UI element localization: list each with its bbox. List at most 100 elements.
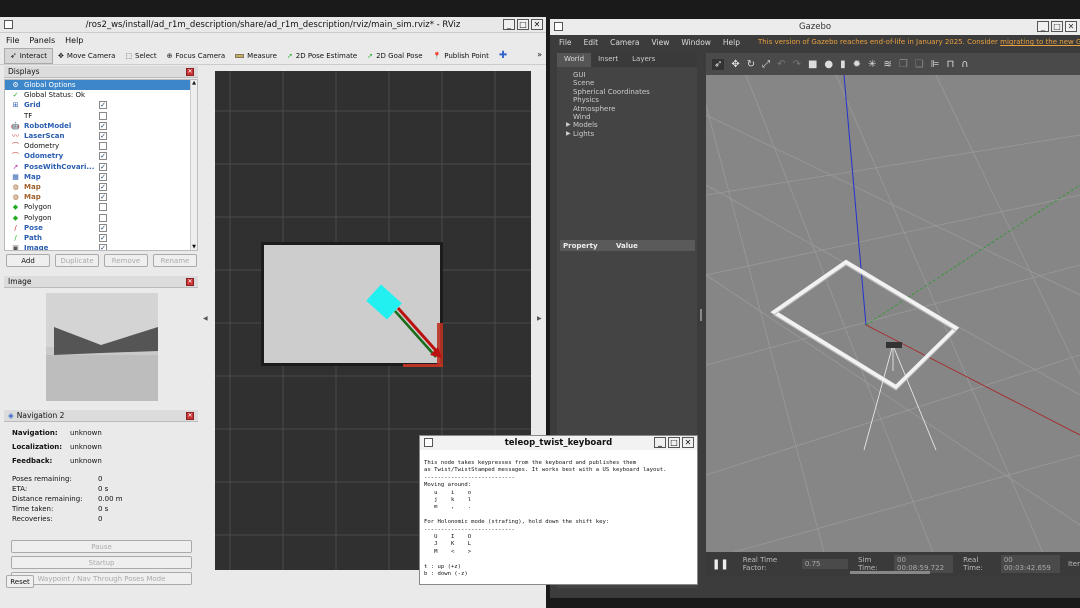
display-checkbox[interactable]: ✓ <box>99 152 107 161</box>
toolbar-overflow-icon[interactable]: » <box>537 50 542 59</box>
tab-world[interactable]: World <box>557 53 592 67</box>
display-checkbox[interactable]: ✓ <box>99 121 107 130</box>
tab-insert[interactable]: Insert <box>591 53 625 67</box>
display-checkbox[interactable]: ✓ <box>99 233 107 242</box>
display-checkbox[interactable]: ✓ <box>99 172 107 181</box>
tool-publish-point[interactable]: 📍 Publish Point <box>428 48 494 64</box>
gazebo-splitter[interactable] <box>700 309 702 321</box>
scale-mode-icon[interactable]: ⤢ <box>762 59 770 70</box>
tool-select[interactable]: ⬚ Select <box>120 48 161 64</box>
pause-icon[interactable]: ❚❚ <box>712 559 729 570</box>
migration-link[interactable]: migrating to the new Gazebo <box>1000 38 1080 46</box>
close-icon[interactable]: ✕ <box>1065 21 1077 32</box>
display-item[interactable]: / Pose ✓ <box>5 223 197 233</box>
point-light-icon[interactable]: ✹ <box>853 59 861 70</box>
display-checkbox[interactable]: ✓ <box>99 244 107 250</box>
display-item[interactable]: ◍ Map ✓ <box>5 192 197 202</box>
close-panel-icon[interactable]: ✕ <box>186 412 194 420</box>
cylinder-shape-icon[interactable]: ▮ <box>840 59 846 70</box>
display-item[interactable]: ◆ Polygon <box>5 212 197 222</box>
waypoint-mode-button[interactable]: Waypoint / Nav Through Poses Mode <box>11 572 192 585</box>
gz-menu-view[interactable]: View <box>652 38 670 47</box>
display-checkbox[interactable] <box>99 111 107 120</box>
display-checkbox[interactable] <box>99 142 107 151</box>
tree-item-scene[interactable]: Scene <box>573 79 697 87</box>
box-shape-icon[interactable]: ■ <box>808 59 817 70</box>
scroll-down-icon[interactable]: ▼ <box>191 244 197 250</box>
maximize-icon[interactable]: □ <box>668 437 680 448</box>
translate-mode-icon[interactable]: ✥ <box>731 59 739 70</box>
display-checkbox[interactable]: ✓ <box>99 193 107 202</box>
display-checkbox[interactable] <box>99 213 107 222</box>
gazebo-3d-viewport[interactable] <box>706 75 1080 560</box>
display-checkbox[interactable]: ✓ <box>99 162 107 171</box>
splitter-handle-right[interactable]: ▶ <box>537 315 542 322</box>
display-item[interactable]: ⌒ Odometry ✓ <box>5 151 197 161</box>
copy-icon[interactable]: ❐ <box>899 59 908 70</box>
close-icon[interactable]: ✕ <box>531 19 543 30</box>
tree-item-spherical[interactable]: Spherical Coordinates <box>573 88 697 96</box>
gz-menu-window[interactable]: Window <box>681 38 711 47</box>
maximize-icon[interactable]: □ <box>1051 21 1063 32</box>
display-checkbox[interactable]: ✓ <box>99 182 107 191</box>
terminal-output[interactable]: This node takes keypresses from the keyb… <box>420 450 697 578</box>
display-checkbox[interactable]: ✓ <box>99 132 107 141</box>
paste-icon[interactable]: ❏ <box>915 59 924 70</box>
gz-menu-camera[interactable]: Camera <box>610 38 639 47</box>
tool-2d-pose-estimate[interactable]: ➚ 2D Pose Estimate <box>282 48 362 64</box>
minimize-icon[interactable]: _ <box>1037 21 1049 32</box>
expand-arrow-icon[interactable]: ▶ <box>566 121 571 128</box>
maximize-icon[interactable]: □ <box>517 19 529 30</box>
directional-light-icon[interactable]: ≋ <box>883 59 891 70</box>
display-item[interactable]: ▣ Image ✓ <box>5 243 197 250</box>
tree-item-atmosphere[interactable]: Atmosphere <box>573 105 697 113</box>
close-panel-icon[interactable]: ✕ <box>186 68 194 76</box>
tree-item-wind[interactable]: Wind <box>573 113 697 121</box>
rotate-mode-icon[interactable]: ↻ <box>747 59 755 70</box>
expand-arrow-icon[interactable]: ▶ <box>566 130 571 137</box>
tool-measure[interactable]: Measure <box>230 48 282 64</box>
remove-button[interactable]: Remove <box>104 254 148 267</box>
align-icon[interactable]: ⊫ <box>931 59 940 70</box>
tree-item-physics[interactable]: Physics <box>573 96 697 104</box>
minimize-icon[interactable]: _ <box>503 19 515 30</box>
tree-item-lights[interactable]: ▶ Lights <box>566 130 697 138</box>
rename-button[interactable]: Rename <box>153 254 197 267</box>
close-icon[interactable]: ✕ <box>682 437 694 448</box>
displays-scrollbar[interactable]: ▲ ▼ <box>190 80 197 250</box>
display-item[interactable]: ◆ Polygon <box>5 202 197 212</box>
display-item[interactable]: ▦ Map ✓ <box>5 172 197 182</box>
tab-layers[interactable]: Layers <box>625 53 662 67</box>
tool-focus-camera[interactable]: ⊕ Focus Camera <box>162 48 231 64</box>
minimize-icon[interactable]: _ <box>654 437 666 448</box>
pause-button[interactable]: Pause <box>11 540 192 553</box>
display-item[interactable]: ➚ PoseWithCovari... ✓ <box>5 162 197 172</box>
display-item[interactable]: TF <box>5 111 197 121</box>
menu-panels[interactable]: Panels <box>29 36 55 45</box>
display-item[interactable]: 〰 LaserScan ✓ <box>5 131 197 141</box>
tool-move-camera[interactable]: ✥ Move Camera <box>53 48 120 64</box>
display-item[interactable]: ⌒ Odometry <box>5 141 197 151</box>
duplicate-button[interactable]: Duplicate <box>55 254 99 267</box>
spot-light-icon[interactable]: ✳ <box>868 59 876 70</box>
display-item[interactable]: ⊞ Grid ✓ <box>5 100 197 110</box>
add-button[interactable]: Add <box>6 254 50 267</box>
gazebo-hscrollbar[interactable] <box>850 571 930 574</box>
tool-2d-goal-pose[interactable]: ➚ 2D Goal Pose <box>362 48 427 64</box>
tree-item-gui[interactable]: GUI <box>573 71 697 79</box>
tool-interact[interactable]: ➶ Interact <box>4 47 54 64</box>
scroll-up-icon[interactable]: ▲ <box>191 80 197 86</box>
display-item[interactable]: ✓ Global Status: Ok <box>5 90 197 100</box>
redo-icon[interactable]: ↷ <box>793 59 801 70</box>
menu-help[interactable]: Help <box>65 36 83 45</box>
sphere-shape-icon[interactable]: ● <box>824 59 833 70</box>
gz-menu-edit[interactable]: Edit <box>584 38 599 47</box>
snap-icon[interactable]: ⊓ <box>946 59 954 70</box>
reset-button[interactable]: Reset <box>6 575 34 588</box>
display-item[interactable]: / Path ✓ <box>5 233 197 243</box>
display-checkbox[interactable]: ✓ <box>99 223 107 232</box>
gz-menu-file[interactable]: File <box>559 38 572 47</box>
display-checkbox[interactable] <box>99 203 107 212</box>
gz-menu-help[interactable]: Help <box>723 38 740 47</box>
display-item[interactable]: 🤖 RobotModel ✓ <box>5 121 197 131</box>
